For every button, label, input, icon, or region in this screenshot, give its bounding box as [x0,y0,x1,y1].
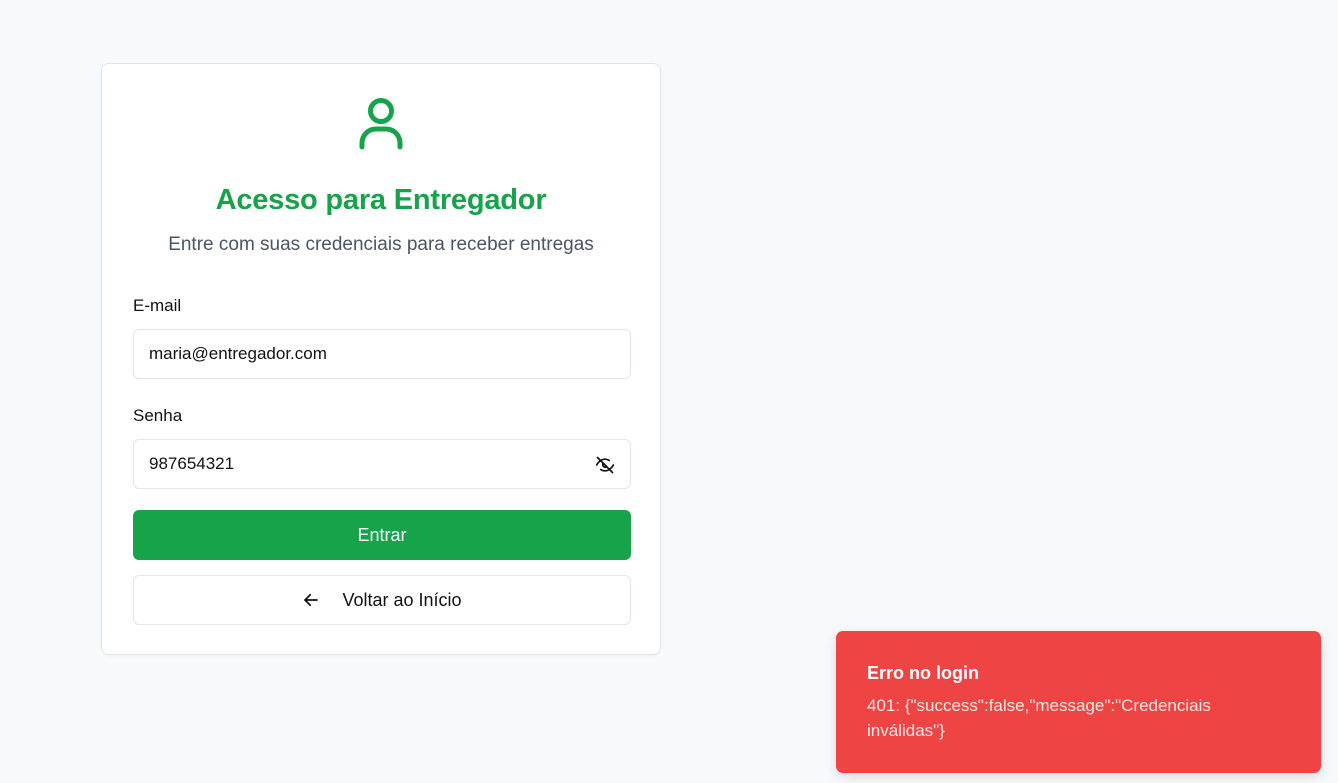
email-label: E-mail [133,296,182,315]
back-to-home-label: Voltar ao Início [342,589,462,610]
page-title: Acesso para Entregador [215,184,547,216]
password-label: Senha [133,406,183,425]
user-icon [359,98,403,150]
toast-message: 401: {"success":false,"message":"Credenc… [867,696,1211,740]
login-button[interactable]: Entrar [133,510,631,560]
login-card: Acesso para Entregador Entre com suas cr… [101,63,661,655]
page-subtitle: Entre com suas credenciais para receber … [168,234,594,255]
email-field[interactable] [133,329,631,379]
error-toast[interactable]: Erro no login 401: {"success":false,"mes… [836,631,1321,773]
back-to-home-button[interactable]: Voltar ao Início [133,575,631,625]
password-field[interactable] [133,439,631,489]
toast-title: Erro no login [867,663,979,683]
arrow-left-icon [304,593,319,607]
eye-off-icon [595,456,615,474]
toggle-password-visibility-button[interactable] [593,453,617,477]
